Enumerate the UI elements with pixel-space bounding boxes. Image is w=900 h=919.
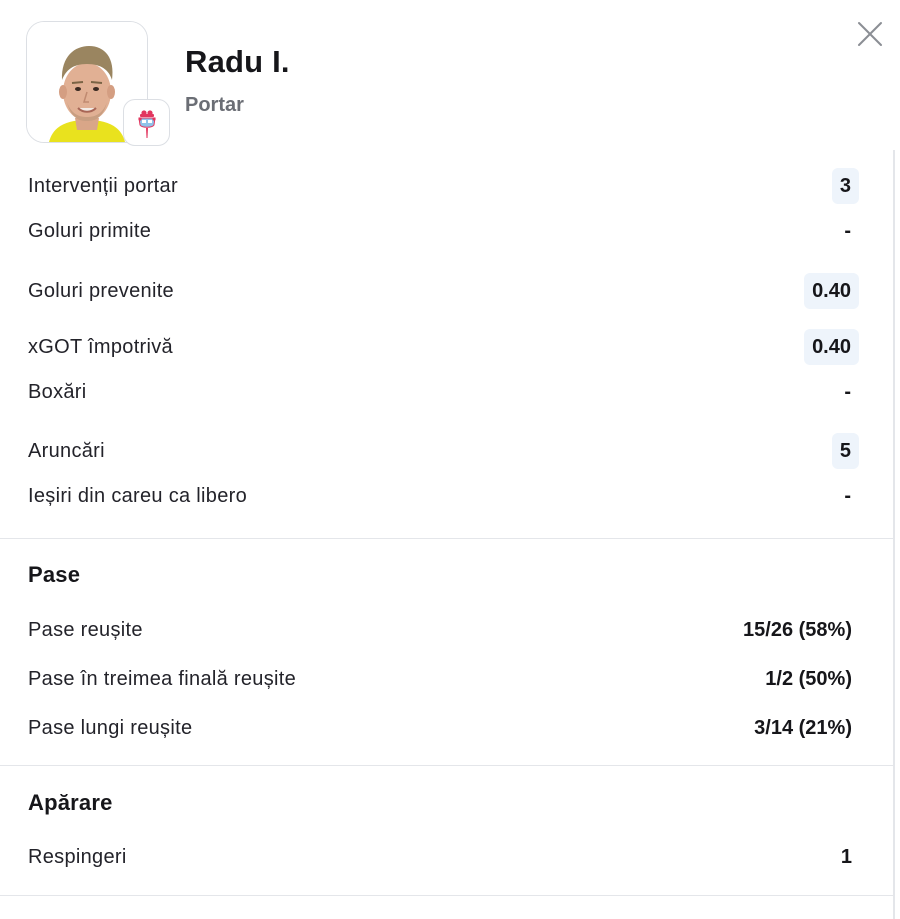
stat-row-clearances: Respingeri 1 [28, 846, 859, 869]
stat-label: Pase lungi reușite [28, 717, 193, 739]
stat-row-punches: Boxări - [28, 381, 859, 404]
section-divider [0, 538, 893, 539]
stat-label: Goluri primite [28, 220, 152, 242]
stat-label: Aruncări [28, 439, 105, 462]
close-button[interactable] [852, 16, 888, 52]
player-name: Radu I. [185, 44, 290, 79]
stat-label: Pase reușite [28, 619, 143, 641]
stat-value: 5 [831, 433, 859, 469]
stat-value: 1/2 (50%) [765, 668, 852, 690]
stat-row-sweeper-actions: Ieșiri din careu ca libero - [28, 485, 859, 508]
club-badge [123, 99, 170, 146]
stat-value: 1 [840, 846, 852, 868]
stat-value: - [844, 220, 851, 242]
stat-label: Intervenții portar [28, 174, 178, 197]
stat-row-saves: Intervenții portar 3 [28, 168, 859, 204]
section-divider [0, 765, 893, 766]
club-crest-icon [137, 110, 156, 138]
stat-label: xGOT împotrivă [28, 335, 173, 358]
stat-row-final-third-passes: Pase în treimea finală reușite 1/2 (50%) [28, 668, 859, 691]
section-title-defending: Apărare [28, 790, 113, 815]
stat-label: Pase în treimea finală reușite [28, 668, 297, 690]
stat-row-throws: Aruncări 5 [28, 433, 859, 469]
stat-value: 0.40 [804, 273, 859, 309]
stat-label: Ieșiri din careu ca libero [28, 485, 248, 507]
stat-value: 3/14 (21%) [754, 717, 852, 739]
stat-value: 3 [831, 168, 859, 204]
stat-label: Boxări [28, 381, 87, 403]
player-stats-panel: Radu I. Portar Intervenții portar 3 Golu… [0, 0, 900, 919]
stat-row-goals-prevented: Goluri prevenite 0.40 [28, 273, 859, 309]
stat-value: 15/26 (58%) [743, 619, 852, 641]
close-icon [858, 22, 882, 46]
stat-row-xgot-against: xGOT împotrivă 0.40 [28, 329, 859, 365]
section-divider [0, 895, 893, 896]
section-title-passing: Pase [28, 562, 81, 587]
stat-value: - [844, 381, 851, 403]
stat-label: Goluri prevenite [28, 279, 174, 302]
stat-row-long-balls: Pase lungi reușite 3/14 (21%) [28, 717, 859, 740]
scrollbar-track[interactable] [893, 150, 895, 919]
stat-row-accurate-passes: Pase reușite 15/26 (58%) [28, 619, 859, 642]
stat-value: - [844, 485, 851, 507]
stat-row-goals-conceded: Goluri primite - [28, 220, 859, 243]
stat-label: Respingeri [28, 846, 127, 868]
player-position: Portar [185, 94, 244, 116]
stat-value: 0.40 [804, 329, 859, 365]
